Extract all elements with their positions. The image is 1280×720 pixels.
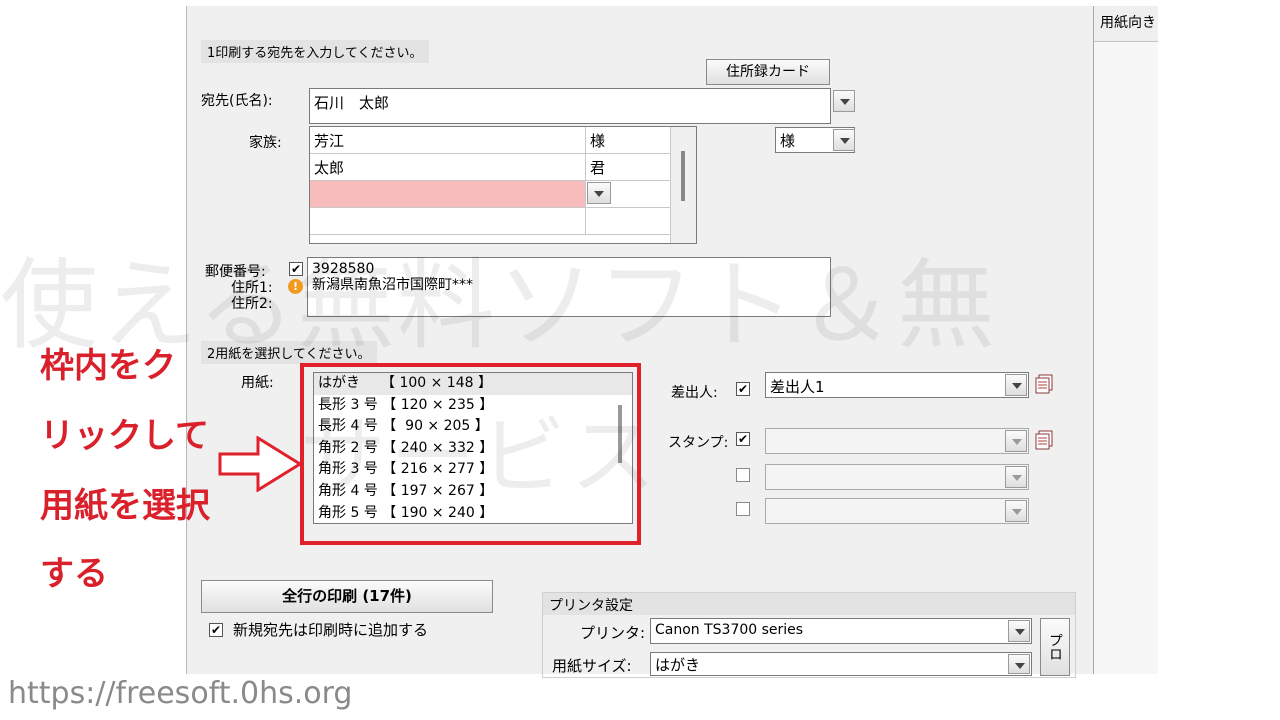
stamp-checkbox-1[interactable]: ✔	[736, 432, 750, 446]
paper-size-select[interactable]: はがき	[650, 652, 1032, 676]
sender-select-arrow[interactable]	[1005, 374, 1027, 396]
printer-select-arrow[interactable]	[1008, 620, 1030, 642]
sender-select[interactable]: 差出人1	[765, 372, 1029, 398]
family-name-cell[interactable]: 太郎	[310, 154, 586, 180]
annotation-line-4: する	[40, 554, 108, 594]
printer-settings-title: プリンタ設定	[543, 593, 1075, 615]
section1-title: 1印刷する宛先を入力してください。	[201, 40, 429, 63]
stamp-select-1-arrow[interactable]	[1005, 430, 1027, 452]
family-honorific-cell[interactable]: 様	[586, 127, 670, 153]
annotation-line-3: 用紙を選択	[40, 486, 210, 526]
printer-label: プリンタ:	[580, 624, 646, 642]
sender-edit-card-icon[interactable]	[1035, 374, 1053, 394]
stamp-checkbox-3[interactable]	[736, 502, 750, 516]
recipient-label: 宛先(氏名):	[201, 93, 273, 109]
add-new-recipient-label: 新規宛先は印刷時に追加する	[233, 621, 429, 639]
stamp-select-3-arrow[interactable]	[1005, 500, 1027, 522]
family-honorific-cell[interactable]: 君	[586, 154, 670, 180]
stamp-select-1[interactable]	[765, 428, 1029, 454]
stamp-edit-card-icon[interactable]	[1035, 430, 1053, 450]
print-all-button[interactable]: 全行の印刷 (17件)	[201, 580, 493, 613]
recipient-dropdown-arrow[interactable]	[833, 90, 855, 112]
family-row[interactable]: 芳江 様	[310, 127, 670, 154]
stamp-select-2-arrow[interactable]	[1005, 466, 1027, 488]
add-new-recipient-checkbox[interactable]: ✔	[209, 623, 223, 637]
sender-label: 差出人:	[671, 385, 718, 401]
paper-size-select-arrow[interactable]	[1008, 654, 1030, 674]
arrow-right-icon	[218, 436, 302, 492]
family-name-cell[interactable]	[310, 181, 586, 207]
paper-label: 用紙:	[241, 375, 274, 391]
scrollbar-thumb[interactable]	[681, 151, 685, 201]
stamp-select-2[interactable]	[765, 464, 1029, 490]
sender-checkbox[interactable]: ✔	[736, 382, 750, 396]
family-name-cell[interactable]: 芳江	[310, 127, 586, 153]
paper-orientation-header: 用紙向き	[1094, 6, 1158, 42]
family-row-active[interactable]	[310, 181, 670, 208]
stamp-label: スタンプ:	[668, 435, 729, 451]
family-honorific-cell[interactable]	[586, 181, 670, 207]
highlight-frame	[300, 363, 641, 545]
family-row[interactable]: 太郎 君	[310, 154, 670, 181]
annotation-line-1: 枠内をク	[40, 346, 176, 386]
honorific-cell-dropdown-arrow[interactable]	[587, 182, 611, 204]
address-book-card-button[interactable]: 住所録カード	[706, 59, 830, 85]
printer-select[interactable]: Canon TS3700 series	[650, 618, 1032, 644]
footer-url: https://freesoft.0hs.org	[8, 676, 353, 711]
printer-properties-button[interactable]: プロ	[1040, 618, 1070, 676]
paper-size-label: 用紙サイズ:	[552, 657, 632, 675]
stamp-checkbox-2[interactable]	[736, 468, 750, 482]
stamp-select-3[interactable]	[765, 498, 1029, 524]
annotation-line-2: リックして	[40, 416, 209, 456]
honorific-select-arrow[interactable]	[833, 129, 855, 151]
family-label: 家族:	[249, 135, 282, 151]
recipient-name-input[interactable]: 石川 太郎	[309, 88, 831, 124]
right-pane: 用紙向き	[1093, 6, 1158, 674]
